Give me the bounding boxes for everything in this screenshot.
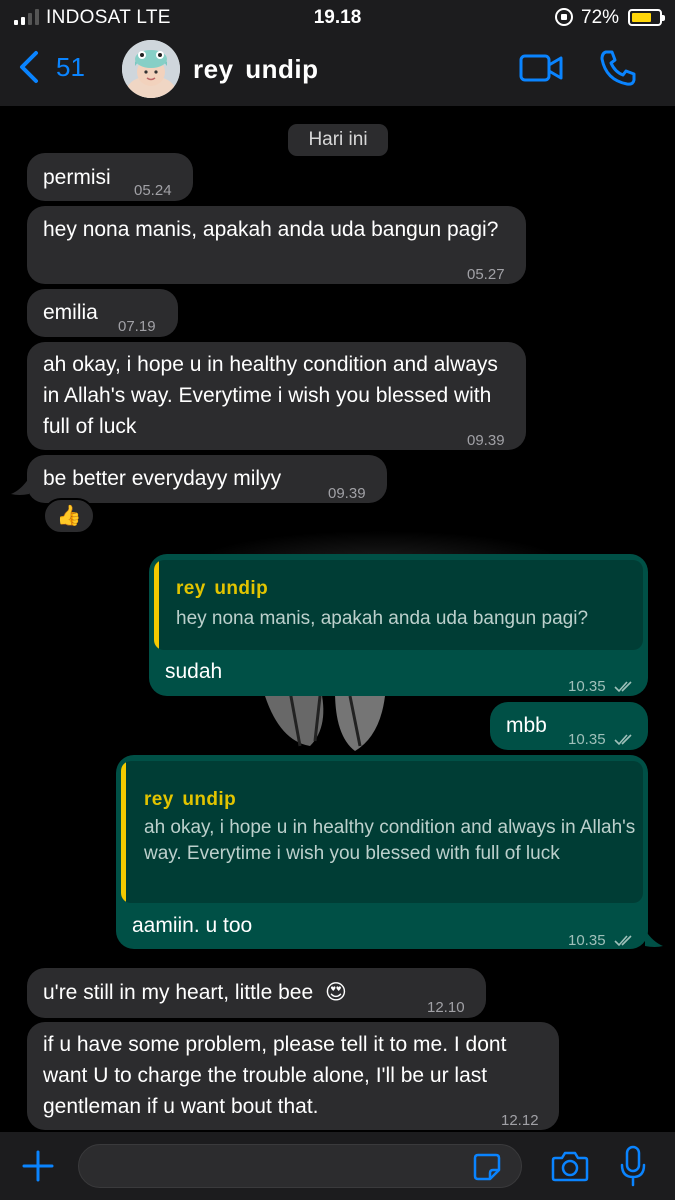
message-text: ah okay, i hope u in healthy condition a…: [43, 353, 498, 438]
read-ticks-icon: [614, 681, 632, 693]
quoted-message[interactable]: rey undip hey nona manis, apakah anda ud…: [154, 560, 643, 650]
heart-eyes-emoji: 😍: [324, 981, 347, 1004]
message-bubble-incoming[interactable]: u're still in my heart, little bee 😍 12.…: [27, 968, 486, 1018]
quote-text: ah okay, i hope u in healthy condition a…: [144, 817, 636, 864]
message-text: if u have some problem, please tell it t…: [43, 1033, 507, 1118]
status-time: 19.18: [313, 7, 362, 28]
message-bubble-incoming[interactable]: emilia 07.19: [27, 289, 178, 337]
battery-icon: [628, 9, 665, 26]
quote-text: hey nona manis, apakah anda uda bangun p…: [176, 608, 589, 629]
contact-name[interactable]: rey undip: [193, 54, 319, 85]
battery-percent: 72%: [581, 7, 620, 28]
chat-area[interactable]: Hari ini permisi 05.24 hey nona manis, a…: [0, 106, 675, 1132]
message-bubble-incoming[interactable]: hey nona manis, apakah anda uda bangun p…: [27, 206, 526, 284]
message-bubble-incoming[interactable]: be better everydayy milyy 09.39: [27, 455, 387, 503]
message-bubble-incoming[interactable]: permisi 05.24: [27, 153, 193, 201]
phone-call-icon[interactable]: [598, 48, 638, 88]
message-time: 12.10: [427, 999, 465, 1016]
unread-count: 51: [56, 51, 85, 82]
contact-avatar[interactable]: [122, 40, 180, 98]
message-text: emilia: [43, 301, 98, 324]
message-time-text: 10.35: [568, 678, 606, 695]
read-ticks-icon: [614, 935, 632, 947]
quote-accent-bar: [121, 761, 126, 903]
message-bubble-incoming[interactable]: if u have some problem, please tell it t…: [27, 1022, 559, 1130]
message-time-text: 10.35: [568, 932, 606, 949]
message-time: 10.35: [568, 671, 634, 702]
message-time: 10.35: [568, 724, 634, 755]
message-bubble-outgoing[interactable]: rey undip hey nona manis, apakah anda ud…: [149, 554, 648, 696]
date-separator: Hari ini: [288, 124, 388, 156]
sticker-icon[interactable]: [472, 1152, 502, 1182]
message-bubble-incoming[interactable]: ah okay, i hope u in healthy condition a…: [27, 342, 526, 450]
message-time: 09.39: [328, 485, 366, 502]
message-text: be better everydayy milyy: [43, 467, 282, 490]
message-text: aamiin. u too: [132, 914, 253, 937]
message-text: sudah: [165, 660, 223, 683]
microphone-icon[interactable]: [619, 1144, 647, 1188]
video-call-icon[interactable]: [518, 50, 564, 86]
back-button[interactable]: 51: [18, 50, 85, 84]
message-text: hey nona manis, apakah anda uda bangun p…: [43, 218, 499, 241]
message-text: u're still in my heart, little bee 😍: [43, 977, 347, 1008]
message-text: mbb: [506, 714, 547, 737]
quote-accent-bar: [154, 560, 159, 650]
quoted-message[interactable]: rey undip ah okay, i hope u in healthy c…: [121, 761, 643, 903]
status-bar: INDOSAT LTE 19.18 72%: [0, 0, 675, 36]
quote-author: rey undip: [144, 789, 237, 810]
camera-icon[interactable]: [551, 1149, 589, 1183]
message-time: 05.27: [467, 266, 505, 283]
message-time: 05.24: [134, 182, 172, 199]
rotation-lock-icon: [555, 8, 573, 26]
message-time: 12.12: [501, 1112, 539, 1129]
message-reaction[interactable]: 👍: [43, 498, 95, 534]
read-ticks-icon: [614, 734, 632, 746]
chat-header: 51 rey undip: [0, 36, 675, 106]
message-time-text: 10.35: [568, 731, 606, 748]
battery-fill: [632, 13, 651, 22]
message-input-bar: [0, 1132, 675, 1200]
quote-author: rey undip: [176, 578, 269, 599]
message-input[interactable]: [78, 1144, 522, 1188]
message-text-content: u're still in my heart, little bee: [43, 981, 314, 1004]
plus-icon[interactable]: [20, 1148, 56, 1184]
message-bubble-outgoing[interactable]: mbb 10.35: [490, 702, 648, 750]
message-time: 09.39: [467, 432, 505, 449]
message-text: permisi: [43, 166, 111, 189]
message-time: 07.19: [118, 318, 156, 335]
message-bubble-outgoing[interactable]: rey undip ah okay, i hope u in healthy c…: [116, 755, 648, 949]
avatar-image: [122, 40, 180, 98]
message-time: 10.35: [568, 925, 634, 956]
chevron-left-icon: [20, 51, 38, 83]
